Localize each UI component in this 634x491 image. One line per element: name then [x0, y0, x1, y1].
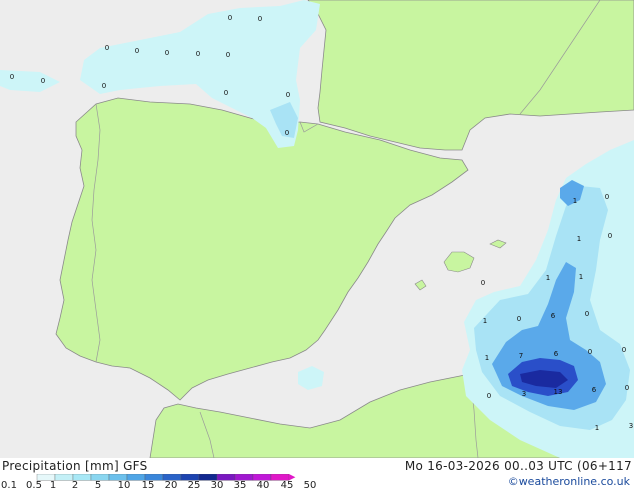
- precip-value-label: 0: [165, 49, 169, 57]
- precip-value-label: 0: [135, 47, 139, 55]
- precip-value-label: 1: [595, 424, 599, 432]
- precip-value-label: 7: [519, 352, 523, 360]
- precip-value-label: 0: [224, 89, 228, 97]
- precip-value-label: 0: [228, 14, 232, 22]
- precip-value-label: 0: [588, 348, 592, 356]
- color-scale-tick-label: 5: [94, 480, 102, 491]
- precip-value-label: 6: [592, 386, 597, 394]
- color-scale-tick-label: 0.5: [26, 480, 42, 491]
- color-scale-tick-label: 40: [256, 480, 270, 491]
- precip-value-label: 1: [579, 273, 583, 281]
- color-scale-tick-label: 20: [164, 480, 178, 491]
- precip-value-label: 0: [622, 346, 626, 354]
- credit-link[interactable]: ©weatheronline.co.uk: [508, 475, 630, 489]
- precip-value-label: 0: [625, 384, 629, 392]
- precip-value-label: 1: [483, 317, 487, 325]
- precip-value-label: 0: [196, 50, 200, 58]
- precip-value-label: 1: [485, 354, 489, 362]
- color-scale-tick-label: 2: [71, 480, 79, 491]
- color-scale-swatch: [54, 474, 74, 481]
- precip-value-label: 0: [105, 44, 109, 52]
- precip-value-label: 13: [554, 388, 563, 396]
- precip-value-label: 0: [285, 129, 289, 137]
- precip-value-label: 0: [102, 82, 106, 90]
- precip-value-label: 0: [10, 73, 14, 81]
- precip-value-label: 0: [605, 193, 609, 201]
- precip-value-label: 0: [517, 315, 521, 323]
- color-scale-tick-label: 10: [117, 480, 131, 491]
- precip-value-label: 0: [226, 51, 230, 59]
- precip-value-label: 0: [487, 392, 491, 400]
- precip-value-label: 1: [577, 235, 581, 243]
- precipitation-map: 0 00 0 0 0 00 000 001 01 01 101 0 6 01 7 6 0 00 3 13 6 01 3: [0, 0, 634, 458]
- precip-value-label: 0: [258, 15, 262, 23]
- precip-value-label: 1: [546, 274, 550, 282]
- color-scale-tick-label: 25: [187, 480, 201, 491]
- precip-value-label: 3: [629, 422, 633, 430]
- legend-title: Precipitation [mm] GFS: [2, 459, 148, 473]
- color-scale-tick-label: 45: [280, 480, 294, 491]
- precip-value-label: 0: [608, 232, 612, 240]
- precip-value-label: 0: [585, 310, 589, 318]
- color-scale-tick-label: 1: [49, 480, 57, 491]
- color-scale-tick-label: 0.1: [1, 480, 17, 491]
- precip-value-label: 0: [41, 77, 45, 85]
- color-scale-tick-label: 50: [303, 480, 317, 491]
- precip-value-label: 1: [573, 197, 577, 205]
- precip-value-label: 0: [481, 279, 485, 287]
- color-scale-tick-label: 30: [210, 480, 224, 491]
- legend-bar: Precipitation [mm] GFS Mo 16-03-2026 00.…: [0, 458, 634, 491]
- precip-value-label: 3: [522, 390, 526, 398]
- color-scale-tick-label: 35: [233, 480, 247, 491]
- forecast-run-time: Mo 16-03-2026 00..03 UTC (06+117: [404, 459, 632, 473]
- precip-value-label: 6: [551, 312, 556, 320]
- precip-value-label: 0: [286, 91, 290, 99]
- precip-value-label: 6: [554, 350, 559, 358]
- color-scale-tick-label: 15: [141, 480, 155, 491]
